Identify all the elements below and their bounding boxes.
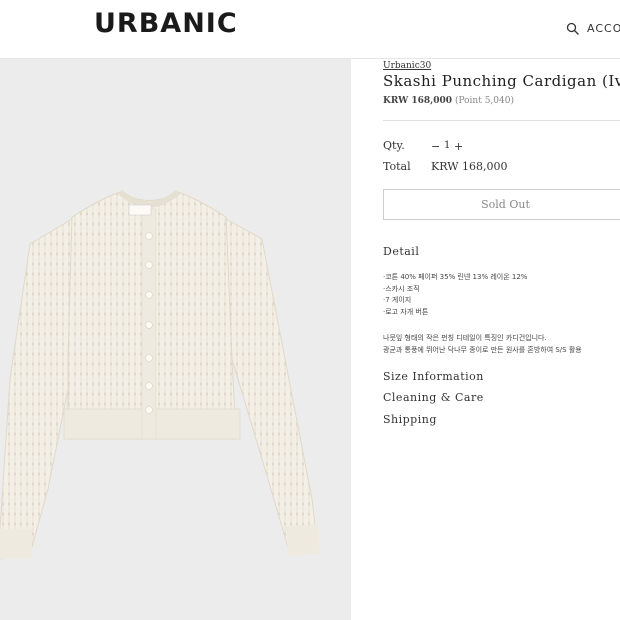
cleaning-care-toggle[interactable]: Cleaning & Care	[383, 391, 484, 404]
detail-description: 나뭇잎 형태의 작은 펀칭 디테일이 특징인 카디건입니다. 광균과 통풍에 뛰…	[383, 333, 582, 356]
product-price: KRW 168,000 (Point 5,040)	[383, 96, 514, 106]
qty-decrease-button[interactable]: −	[431, 140, 440, 153]
list-item: ·7 게이지	[383, 296, 412, 304]
qty-value[interactable]: 1	[444, 140, 450, 151]
size-information-toggle[interactable]: Size Information	[383, 370, 484, 383]
total-value: KRW 168,000	[431, 160, 508, 173]
qty-increase-button[interactable]: +	[454, 140, 463, 153]
product-image	[0, 59, 351, 620]
shipping-toggle[interactable]: Shipping	[383, 413, 437, 426]
detail-spec-list: ·코튼 40% 페이퍼 35% 린넨 13% 레이온 12% ·스카시 조직 ·…	[383, 272, 527, 318]
site-logo[interactable]: URBANIC	[94, 8, 238, 39]
divider	[383, 120, 620, 121]
cardigan-image	[0, 189, 321, 560]
list-item: ·코튼 40% 페이퍼 35% 린넨 13% 레이온 12%	[383, 273, 528, 281]
price-value: KRW 168,000	[383, 96, 453, 106]
account-link[interactable]: ACCOU	[587, 22, 620, 35]
points-value: (Point 5,040)	[454, 96, 514, 106]
total-label: Total	[383, 160, 411, 173]
detail-heading: Detail	[383, 245, 420, 258]
brand-link[interactable]: Urbanic30	[383, 61, 431, 71]
qty-label: Qty.	[383, 139, 405, 152]
sold-out-button[interactable]: Sold Out	[383, 189, 620, 220]
site-header: URBANIC ACCOU	[0, 0, 620, 59]
list-item: ·스카시 조직	[383, 284, 420, 293]
search-icon[interactable]	[566, 22, 580, 36]
description-line: 나뭇잎 형태의 작은 펀칭 디테일이 특징인 카디건입니다.	[383, 334, 547, 342]
list-item: ·로고 자개 버튼	[383, 307, 429, 316]
description-line: 광균과 통풍에 뛰어난 닥나무 종이로 만든 원사를 혼방하여 S/S 활용	[383, 345, 582, 354]
product-info: Urbanic30 Skashi Punching Cardigan (Ivo …	[383, 60, 620, 620]
product-title: Skashi Punching Cardigan (Ivo	[383, 72, 620, 90]
